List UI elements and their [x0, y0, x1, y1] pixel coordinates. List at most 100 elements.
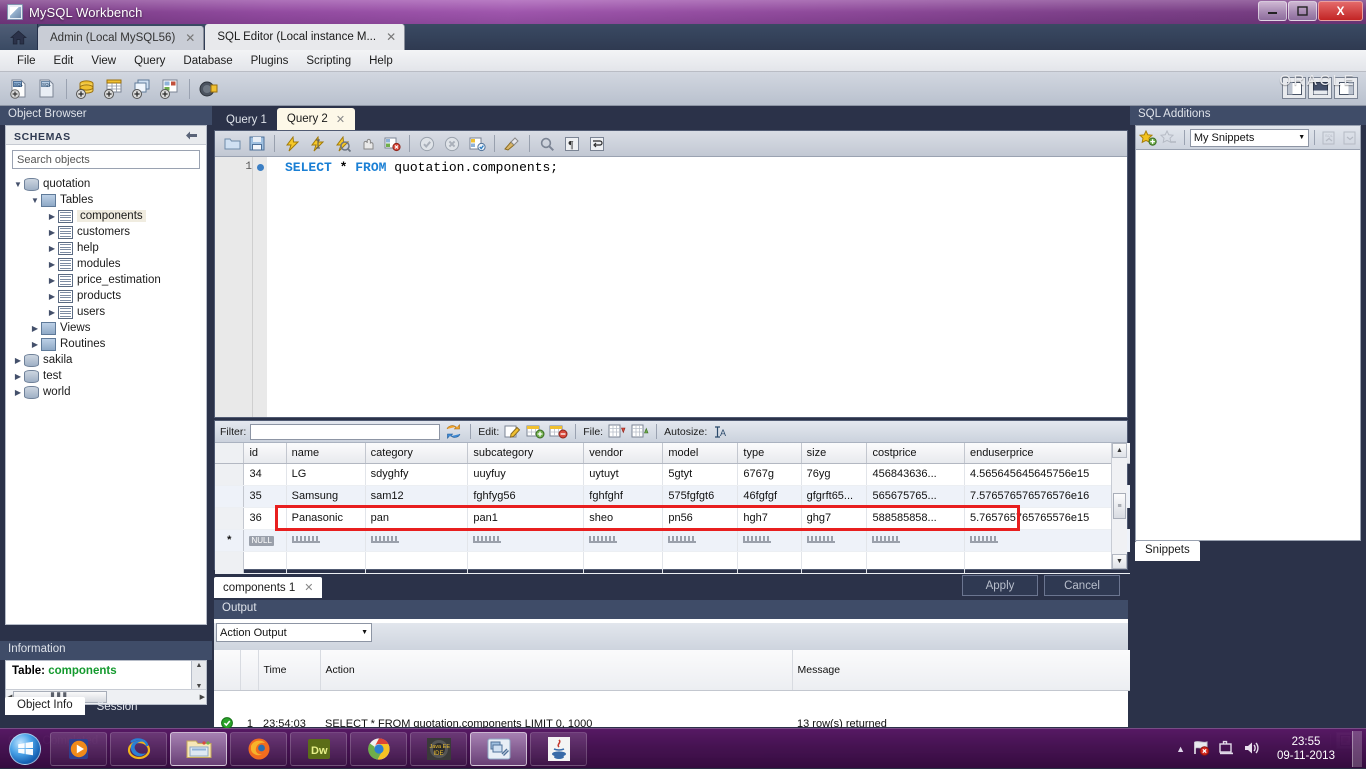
code-area[interactable]: 1 SELECT * FROM quotation.components; [215, 157, 1127, 417]
tree-node-world[interactable]: ▶ world [8, 384, 206, 400]
rollback-icon[interactable] [440, 133, 464, 155]
chevron-right-icon[interactable]: ▶ [46, 228, 58, 237]
result-grid-column-vendor[interactable]: vendor [583, 443, 664, 464]
cancel-button[interactable]: Cancel [1044, 575, 1120, 596]
result-cell-vendor[interactable]: sheo [583, 507, 664, 530]
new-row-cell-subcategory[interactable] [467, 529, 585, 552]
new-row-cell-model[interactable] [662, 529, 739, 552]
clock[interactable]: 23:55 09-11-2013 [1268, 735, 1344, 763]
commit-icon[interactable] [415, 133, 439, 155]
tree-node-components[interactable]: ▶ components [8, 208, 206, 224]
close-icon[interactable]: ✕ [386, 30, 396, 44]
chevron-right-icon[interactable]: ▶ [12, 388, 24, 397]
new-routine-icon[interactable] [157, 76, 183, 102]
query-tab-2[interactable]: Query 2 ✕ [276, 108, 356, 130]
menu-item-file[interactable]: File [8, 53, 45, 69]
new-row-cell-size[interactable] [801, 529, 868, 552]
breakpoint-column[interactable] [253, 157, 267, 417]
internet-explorer-icon[interactable] [110, 731, 167, 766]
chevron-right-icon[interactable]: ▶ [29, 324, 41, 333]
volume-icon[interactable] [1243, 740, 1260, 759]
tree-node-tables[interactable]: ▼ Tables [8, 192, 206, 208]
toggle-stop-on-error-icon[interactable] [380, 133, 404, 155]
query-tab-1[interactable]: Query 1 [216, 110, 277, 130]
apply-button[interactable]: Apply [962, 575, 1038, 596]
close-icon[interactable]: ✕ [304, 581, 313, 594]
refresh-schemas-icon[interactable] [185, 130, 198, 144]
result-cell-model[interactable]: 575fgfgt6 [662, 485, 739, 508]
scroll-up-icon[interactable]: ▲ [196, 662, 203, 669]
snippets-select[interactable]: My Snippets ▼ [1189, 128, 1310, 147]
result-cell-costprice[interactable]: 565675765... [866, 485, 965, 508]
edit-table-data-icon[interactable] [196, 76, 222, 102]
autosize-icon[interactable]: A [711, 423, 730, 440]
refresh-icon[interactable] [444, 423, 463, 440]
save-script-icon[interactable] [245, 133, 269, 155]
menu-item-help[interactable]: Help [360, 53, 402, 69]
result-cell-size[interactable]: gfgrft65... [801, 485, 868, 508]
tree-node-quotation[interactable]: ▼ quotation [8, 176, 206, 192]
result-cell-model[interactable]: 5gtyt [662, 463, 739, 486]
menu-item-query[interactable]: Query [125, 53, 174, 69]
info-vertical-scrollbar[interactable]: ▲ ▼ [191, 661, 206, 691]
result-grid-rowmark[interactable] [215, 507, 245, 530]
result-cell-model[interactable]: pn56 [662, 507, 739, 530]
result-cell-size[interactable]: 76yg [801, 463, 868, 486]
new-table-icon[interactable] [101, 76, 127, 102]
maximize-button[interactable] [1288, 1, 1317, 21]
add-snippet-icon[interactable] [1139, 129, 1158, 146]
main-tab-sql-editor[interactable]: SQL Editor (Local instance M... ✕ [205, 24, 406, 50]
result-grid-rowmark[interactable] [215, 485, 245, 508]
menu-item-database[interactable]: Database [174, 53, 241, 69]
tree-node-test[interactable]: ▶ test [8, 368, 206, 384]
new-sql-tab-icon[interactable]: SQL [6, 76, 32, 102]
replace-snippet-icon[interactable] [1341, 129, 1360, 146]
edit-row-icon[interactable] [503, 423, 522, 440]
result-cell-category[interactable]: pan [365, 507, 469, 530]
main-tab-admin[interactable]: Admin (Local MySQL56) ✕ [38, 26, 205, 50]
insert-snippet-icon[interactable]: SQL [1320, 129, 1339, 146]
tree-node-products[interactable]: ▶ products [8, 288, 206, 304]
result-grid-column-type[interactable]: type [737, 443, 802, 464]
result-cell-subcategory[interactable]: fghfyg56 [467, 485, 585, 508]
tree-node-views[interactable]: ▶ Views [8, 320, 206, 336]
sql-code-text[interactable]: SELECT * FROM quotation.components; [267, 157, 1127, 417]
scroll-thumb[interactable]: ≡ [1113, 493, 1126, 519]
result-grid-column-id[interactable]: id [243, 443, 287, 464]
export-recordset-icon[interactable] [607, 423, 626, 440]
explain-query-icon[interactable] [330, 133, 354, 155]
chevron-down-icon[interactable]: ▼ [361, 629, 368, 636]
result-grid-column-name[interactable]: name [286, 443, 366, 464]
new-schema-icon[interactable] [73, 76, 99, 102]
result-grid-column-category[interactable]: category [365, 443, 469, 464]
result-cell-type[interactable]: 6767g [737, 463, 802, 486]
result-grid-column-size[interactable]: size [801, 443, 868, 464]
import-recordset-icon[interactable] [630, 423, 649, 440]
tab-session[interactable]: Session [85, 699, 150, 715]
open-script-icon[interactable] [220, 133, 244, 155]
chevron-down-icon[interactable]: ▼ [29, 196, 41, 205]
result-cell-name[interactable]: LG [286, 463, 366, 486]
tree-node-routines[interactable]: ▶ Routines [8, 336, 206, 352]
result-grid-column-model[interactable]: model [662, 443, 739, 464]
show-desktop-button[interactable] [1352, 731, 1362, 767]
result-cell-name[interactable]: Panasonic [286, 507, 366, 530]
new-row-marker[interactable]: * [215, 529, 245, 552]
toggle-wrapping-icon[interactable] [585, 133, 609, 155]
remove-snippet-icon[interactable] [1160, 129, 1179, 146]
chevron-right-icon[interactable]: ▶ [46, 212, 58, 221]
result-grid-scroll-area[interactable]: id name category subcategory vendor model type… [215, 443, 1298, 574]
chevron-right-icon[interactable]: ▶ [29, 340, 41, 349]
scroll-up-icon[interactable]: ▲ [1112, 443, 1127, 458]
menu-item-plugins[interactable]: Plugins [242, 53, 298, 69]
find-icon[interactable] [535, 133, 559, 155]
network-error-icon[interactable] [1193, 740, 1210, 759]
menu-item-view[interactable]: View [82, 53, 125, 69]
result-cell-costprice[interactable]: 456843636... [866, 463, 965, 486]
scroll-down-icon[interactable]: ▼ [1112, 554, 1127, 569]
chevron-right-icon[interactable]: ▶ [46, 292, 58, 301]
chevron-right-icon[interactable]: ▶ [46, 276, 58, 285]
action-center-icon[interactable] [1218, 740, 1235, 759]
show-hidden-icons-icon[interactable]: ▲ [1176, 744, 1185, 754]
chevron-right-icon[interactable]: ▶ [12, 372, 24, 381]
